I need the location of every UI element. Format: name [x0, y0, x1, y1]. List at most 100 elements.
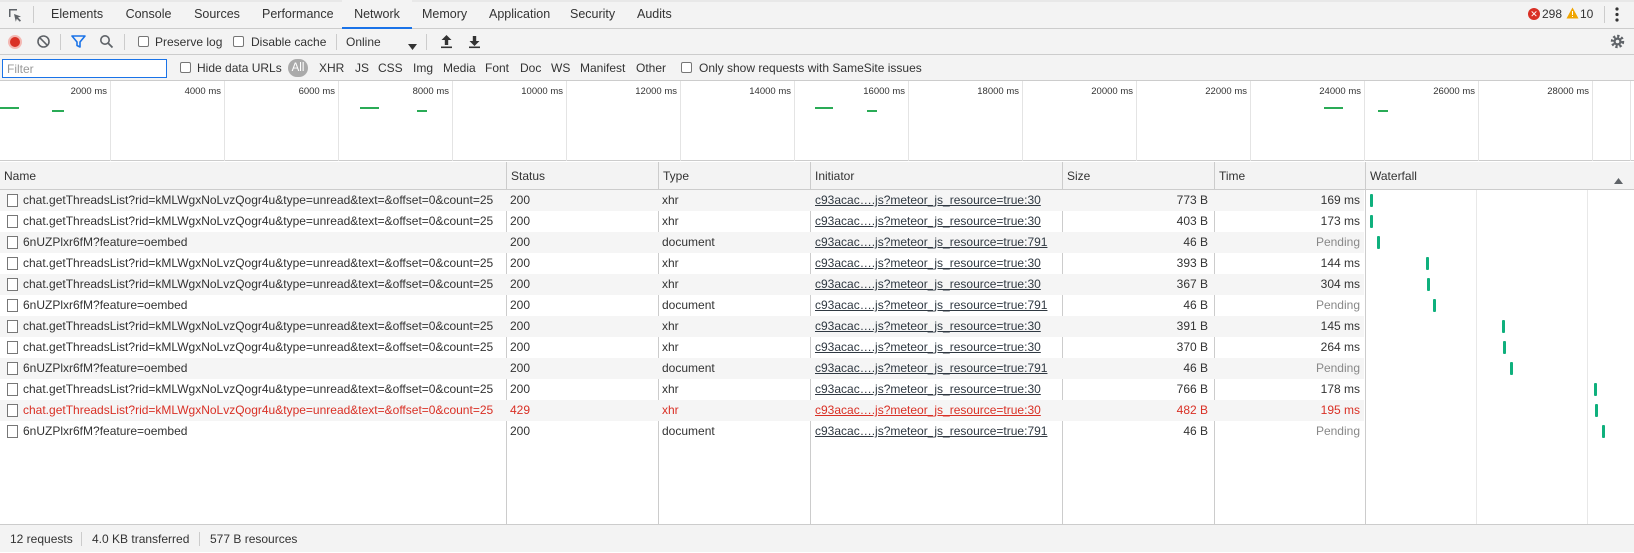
request-initiator[interactable]: c93acac….js?meteor_js_resource=true:791: [815, 421, 1059, 442]
timeline-overview[interactable]: 2000 ms 4000 ms 6000 ms 8000 ms 10000 ms 1200…: [0, 81, 1634, 161]
type-filter-doc[interactable]: Doc: [520, 55, 541, 81]
request-name[interactable]: 6nUZPlxr6fM?feature=oembed: [23, 358, 503, 379]
request-name[interactable]: chat.getThreadsList?rid=kMLWgxNoLvzQogr4…: [23, 400, 503, 421]
table-row[interactable]: 6nUZPlxr6fM?feature=oembed 200 document c93…: [0, 421, 1364, 442]
column-name[interactable]: Name: [0, 162, 36, 190]
tab-elements[interactable]: Elements: [41, 0, 113, 29]
request-initiator[interactable]: c93acac….js?meteor_js_resource=true:791: [815, 358, 1059, 379]
waterfall-bar: [1426, 278, 1430, 291]
gear-icon[interactable]: [1609, 33, 1626, 53]
request-name[interactable]: 6nUZPlxr6fM?feature=oembed: [23, 295, 503, 316]
type-filter-manifest[interactable]: Manifest: [580, 55, 625, 81]
column-waterfall[interactable]: Waterfall: [1366, 162, 1417, 190]
filter-icon[interactable]: [71, 34, 86, 52]
record-icon[interactable]: [8, 35, 22, 49]
table-row[interactable]: chat.getThreadsList?rid=kMLWgxNoLvzQogr4…: [0, 337, 1364, 358]
request-name[interactable]: chat.getThreadsList?rid=kMLWgxNoLvzQogr4…: [23, 274, 503, 295]
request-name[interactable]: chat.getThreadsList?rid=kMLWgxNoLvzQogr4…: [23, 337, 503, 358]
error-icon[interactable]: ✕: [1528, 8, 1540, 20]
request-name[interactable]: chat.getThreadsList?rid=kMLWgxNoLvzQogr4…: [23, 190, 503, 211]
table-row[interactable]: 6nUZPlxr6fM?feature=oembed 200 document c93…: [0, 295, 1364, 316]
type-filter-media[interactable]: Media: [443, 55, 476, 81]
chevron-down-icon[interactable]: [408, 39, 417, 53]
table-row[interactable]: chat.getThreadsList?rid=kMLWgxNoLvzQogr4…: [0, 379, 1364, 400]
request-type: xhr: [662, 382, 679, 396]
request-initiator[interactable]: c93acac….js?meteor_js_resource=true:30: [815, 316, 1059, 337]
warning-count[interactable]: 10: [1580, 0, 1593, 29]
request-name[interactable]: chat.getThreadsList?rid=kMLWgxNoLvzQogr4…: [23, 316, 503, 337]
samesite-label[interactable]: Only show requests with SameSite issues: [699, 55, 922, 81]
table-row[interactable]: 6nUZPlxr6fM?feature=oembed 200 document c93…: [0, 358, 1364, 379]
type-filter-css[interactable]: CSS: [378, 55, 403, 81]
table-row[interactable]: chat.getThreadsList?rid=kMLWgxNoLvzQogr4…: [0, 190, 1364, 211]
waterfall-gridline: [1587, 190, 1588, 524]
preserve-log-checkbox[interactable]: [138, 36, 149, 47]
request-initiator[interactable]: c93acac….js?meteor_js_resource=true:30: [815, 211, 1059, 232]
tab-network[interactable]: Network: [342, 0, 412, 29]
type-filter-ws[interactable]: WS: [551, 55, 570, 81]
request-name[interactable]: 6nUZPlxr6fM?feature=oembed: [23, 232, 503, 253]
request-name[interactable]: 6nUZPlxr6fM?feature=oembed: [23, 421, 503, 442]
request-initiator[interactable]: c93acac….js?meteor_js_resource=true:30: [815, 400, 1059, 421]
type-filter-js[interactable]: JS: [355, 55, 369, 81]
request-name[interactable]: chat.getThreadsList?rid=kMLWgxNoLvzQogr4…: [23, 253, 503, 274]
request-initiator[interactable]: c93acac….js?meteor_js_resource=true:30: [815, 379, 1059, 400]
sort-ascending-icon[interactable]: [1614, 173, 1623, 187]
tab-audits[interactable]: Audits: [627, 0, 681, 29]
request-status: 200: [510, 424, 531, 438]
type-filter-font[interactable]: Font: [485, 55, 509, 81]
request-name[interactable]: chat.getThreadsList?rid=kMLWgxNoLvzQogr4…: [23, 379, 503, 400]
import-har-icon[interactable]: [440, 34, 453, 52]
tab-performance[interactable]: Performance: [252, 0, 342, 29]
request-size: 370 B: [1176, 340, 1208, 354]
column-divider[interactable]: [1365, 162, 1366, 524]
request-status: 200: [510, 277, 531, 291]
table-row[interactable]: chat.getThreadsList?rid=kMLWgxNoLvzQogr4…: [0, 211, 1364, 232]
table-row[interactable]: chat.getThreadsList?rid=kMLWgxNoLvzQogr4…: [0, 253, 1364, 274]
clear-icon[interactable]: [36, 34, 51, 52]
request-initiator[interactable]: c93acac….js?meteor_js_resource=true:791: [815, 232, 1059, 253]
type-filter-other[interactable]: Other: [636, 55, 666, 81]
overview-gridline: [680, 81, 681, 161]
type-filter-all[interactable]: All: [288, 59, 308, 77]
request-name[interactable]: chat.getThreadsList?rid=kMLWgxNoLvzQogr4…: [23, 211, 503, 232]
type-filter-img[interactable]: Img: [413, 55, 433, 81]
column-initiator[interactable]: Initiator: [811, 162, 854, 190]
request-initiator[interactable]: c93acac….js?meteor_js_resource=true:30: [815, 253, 1059, 274]
export-har-icon[interactable]: [468, 34, 481, 52]
filter-input[interactable]: [2, 59, 167, 78]
warning-icon[interactable]: [1566, 7, 1579, 22]
table-row[interactable]: chat.getThreadsList?rid=kMLWgxNoLvzQogr4…: [0, 400, 1364, 421]
overview-tick-label: 8000 ms: [412, 86, 449, 97]
more-vertical-icon[interactable]: [1614, 7, 1620, 22]
disable-cache-label[interactable]: Disable cache: [251, 29, 326, 55]
tab-sources[interactable]: Sources: [184, 0, 250, 29]
preserve-log-label[interactable]: Preserve log: [155, 29, 222, 55]
disable-cache-checkbox[interactable]: [233, 36, 244, 47]
throttling-select[interactable]: Online: [346, 29, 381, 55]
column-type[interactable]: Type: [659, 162, 689, 190]
type-filter-xhr[interactable]: XHR: [319, 55, 344, 81]
overview-bar: [867, 110, 877, 112]
column-size[interactable]: Size: [1063, 162, 1090, 190]
tab-security[interactable]: Security: [560, 0, 625, 29]
request-initiator[interactable]: c93acac….js?meteor_js_resource=true:30: [815, 190, 1059, 211]
hide-data-urls-label[interactable]: Hide data URLs: [197, 55, 282, 81]
request-initiator[interactable]: c93acac….js?meteor_js_resource=true:30: [815, 337, 1059, 358]
samesite-checkbox[interactable]: [681, 62, 692, 73]
error-count[interactable]: 298: [1542, 0, 1562, 29]
overview-bar: [1378, 110, 1388, 112]
table-row[interactable]: chat.getThreadsList?rid=kMLWgxNoLvzQogr4…: [0, 274, 1364, 295]
table-row[interactable]: chat.getThreadsList?rid=kMLWgxNoLvzQogr4…: [0, 316, 1364, 337]
search-icon[interactable]: [99, 34, 114, 52]
hide-data-urls-checkbox[interactable]: [180, 62, 191, 73]
inspect-element-icon[interactable]: [6, 6, 24, 24]
column-status[interactable]: Status: [507, 162, 545, 190]
request-initiator[interactable]: c93acac….js?meteor_js_resource=true:30: [815, 274, 1059, 295]
tab-application[interactable]: Application: [479, 0, 558, 29]
tab-memory[interactable]: Memory: [412, 0, 477, 29]
tab-console[interactable]: Console: [115, 0, 182, 29]
table-row[interactable]: 6nUZPlxr6fM?feature=oembed 200 document c93…: [0, 232, 1364, 253]
column-time[interactable]: Time: [1215, 162, 1245, 190]
request-initiator[interactable]: c93acac….js?meteor_js_resource=true:791: [815, 295, 1059, 316]
